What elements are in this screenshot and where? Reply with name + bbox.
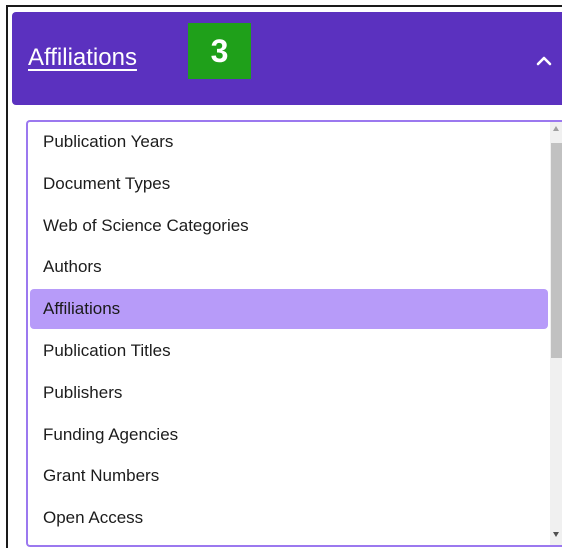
options-list: Publication Years Document Types Web of …	[30, 122, 548, 540]
scroll-down-arrow-icon[interactable]	[553, 532, 559, 537]
scroll-up-arrow-icon[interactable]	[553, 126, 559, 131]
list-item-publication-titles[interactable]: Publication Titles	[30, 331, 548, 371]
list-item-funding-agencies[interactable]: Funding Agencies	[30, 415, 548, 455]
list-item-publication-years[interactable]: Publication Years	[30, 122, 548, 162]
list-item-grant-numbers[interactable]: Grant Numbers	[30, 456, 548, 496]
dropdown-header[interactable]: Affiliations 3	[12, 12, 562, 105]
list-item-affiliations[interactable]: Affiliations	[30, 289, 548, 330]
chevron-up-icon[interactable]	[534, 54, 554, 68]
list-item-web-of-science-categories[interactable]: Web of Science Categories	[30, 206, 548, 246]
list-item-document-types[interactable]: Document Types	[30, 164, 548, 204]
step-badge: 3	[188, 23, 251, 79]
list-item-publishers[interactable]: Publishers	[30, 373, 548, 413]
scrollbar-thumb[interactable]	[551, 143, 562, 358]
list-item-authors[interactable]: Authors	[30, 247, 548, 287]
list-item-open-access[interactable]: Open Access	[30, 498, 548, 538]
selected-field-title[interactable]: Affiliations	[28, 44, 137, 72]
